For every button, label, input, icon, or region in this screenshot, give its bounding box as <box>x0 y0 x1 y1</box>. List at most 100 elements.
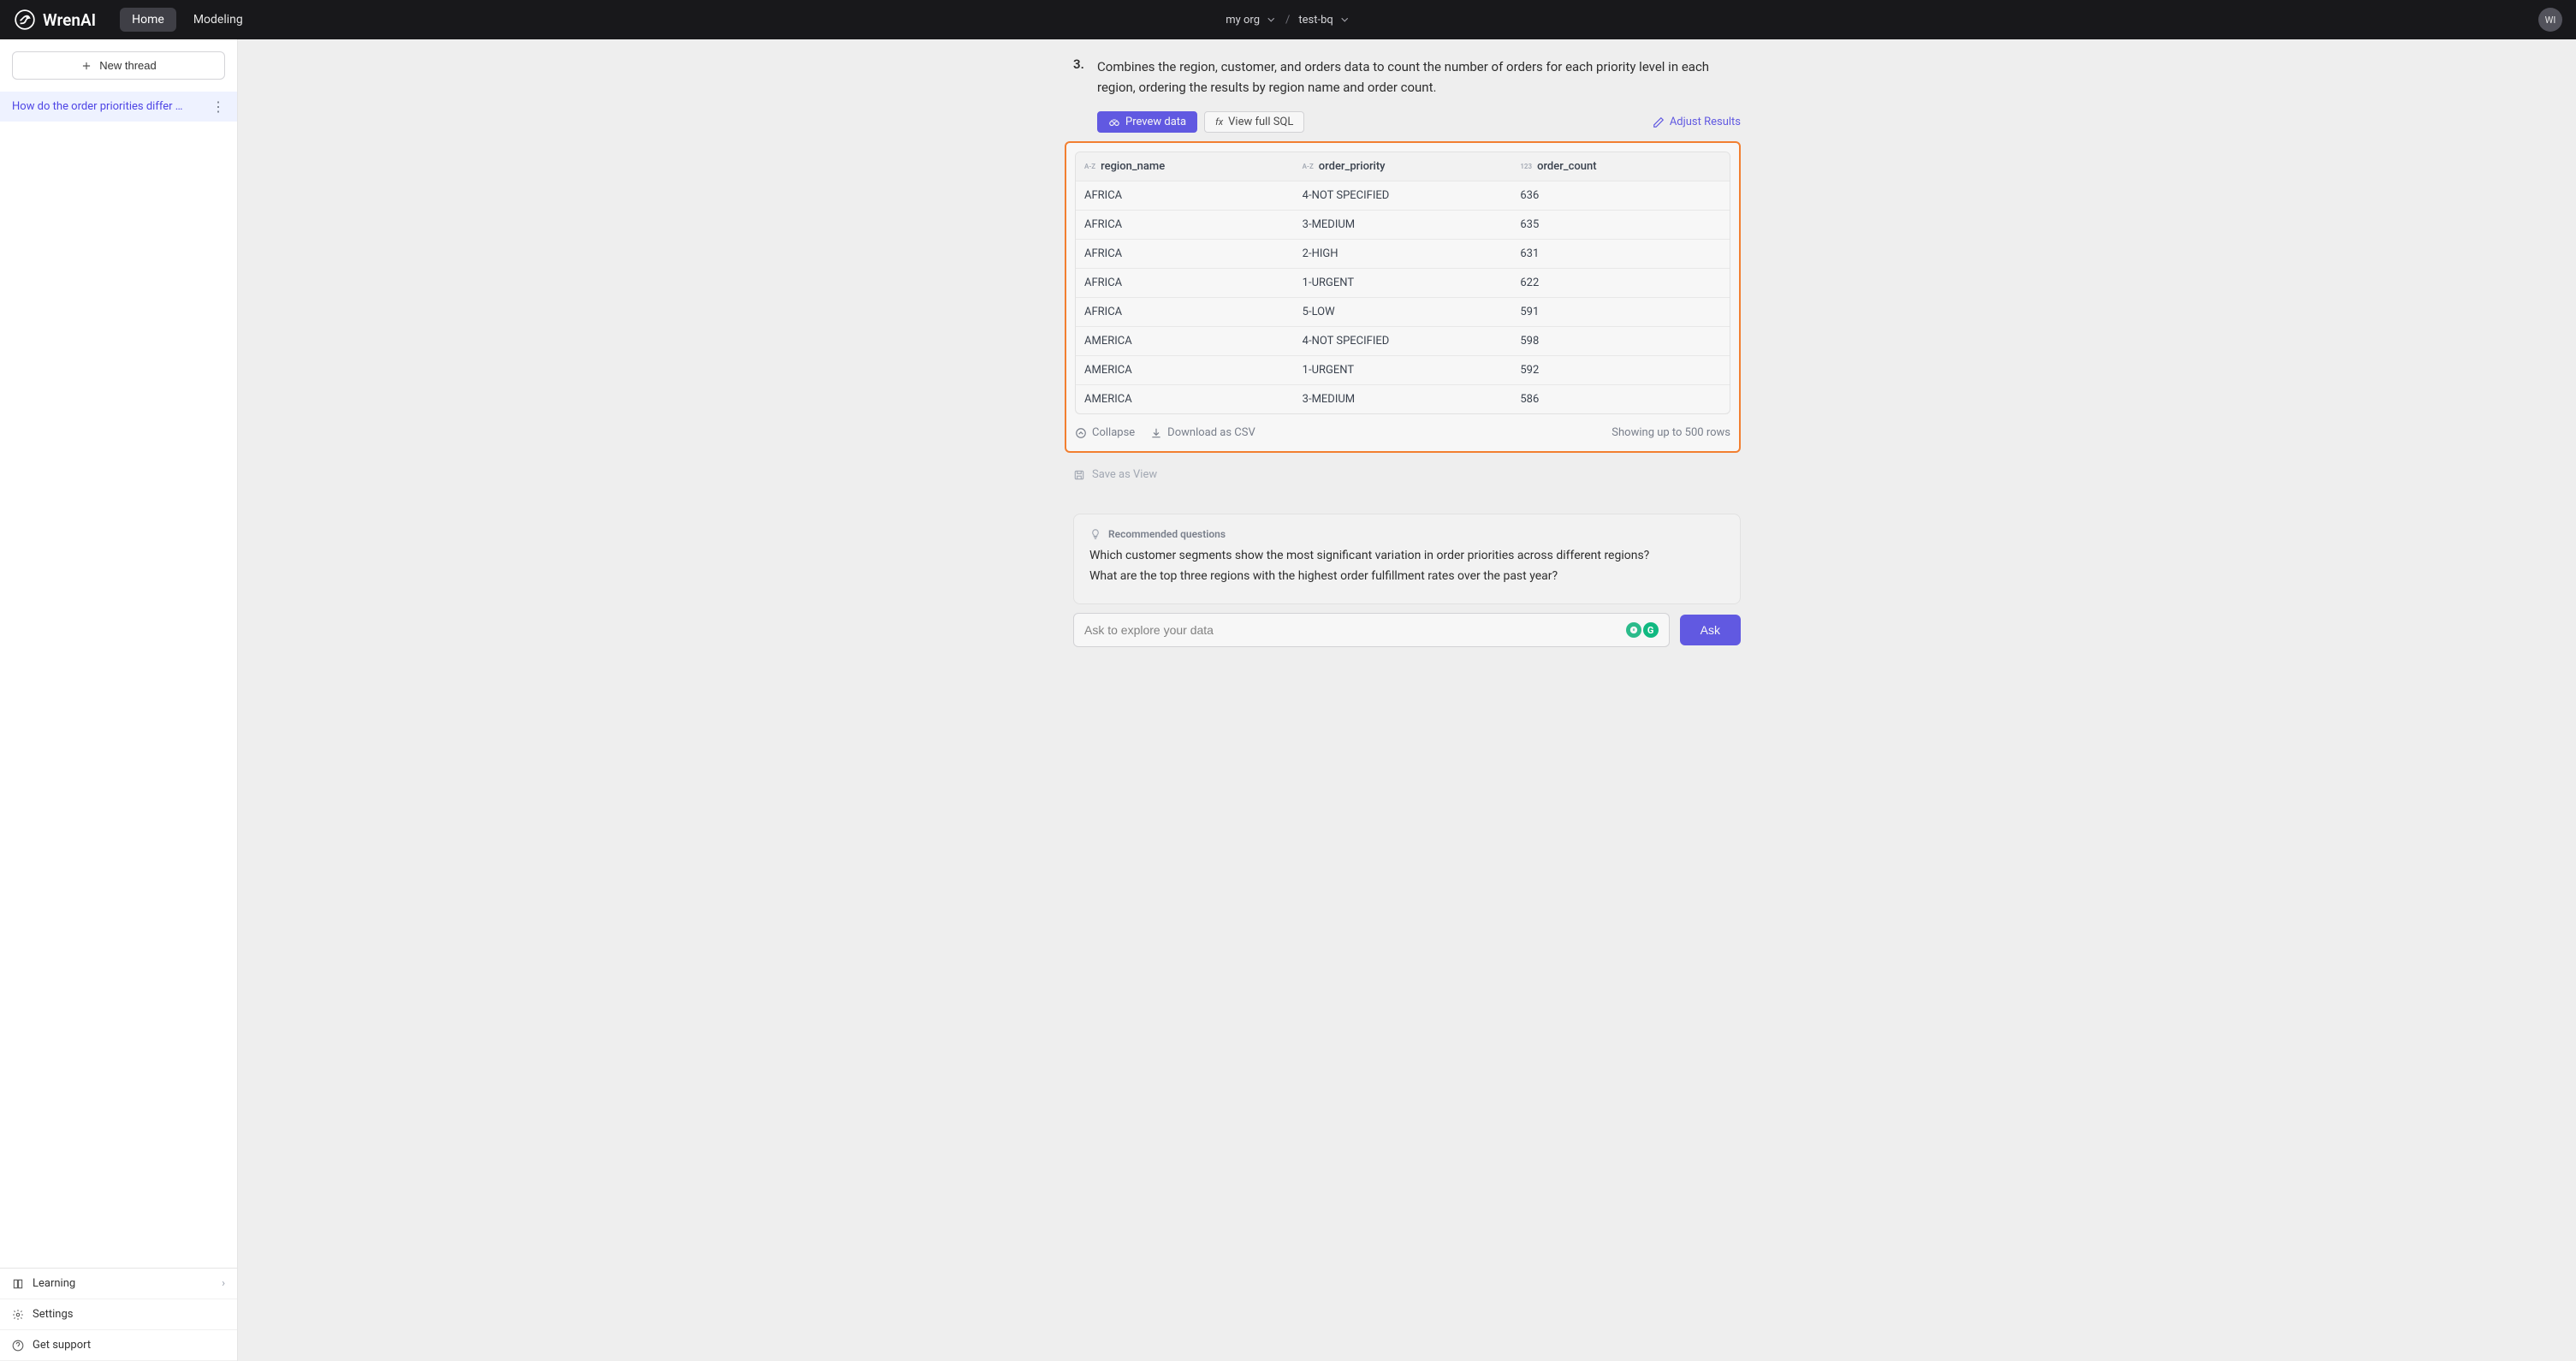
result-toolbar: Prevew data fx View full SQL Adjust Resu… <box>1097 111 1741 133</box>
ask-input-wrapper[interactable]: G <box>1073 613 1670 647</box>
table-cell: AFRICA <box>1076 298 1294 326</box>
table-row: AFRICA5-LOW591 <box>1076 298 1730 327</box>
nav-links: Home Modeling <box>120 8 255 32</box>
thread-item[interactable]: How do the order priorities differ … ⋮ <box>0 92 237 122</box>
grammarly-icon <box>1626 622 1641 638</box>
table-cell: 3-MEDIUM <box>1294 385 1512 413</box>
table-cell: 598 <box>1511 327 1730 355</box>
sidebar-support[interactable]: Get support <box>0 1330 237 1361</box>
table-cell: 2-HIGH <box>1294 240 1512 268</box>
column-name: order_priority <box>1319 160 1386 173</box>
column-header[interactable]: A-Zorder_priority <box>1294 152 1512 181</box>
breadcrumb-project[interactable]: test-bq <box>1298 14 1350 27</box>
breadcrumb-org[interactable]: my org <box>1226 14 1277 27</box>
row-count-info: Showing up to 500 rows <box>1611 426 1730 439</box>
table-row: AMERICA3-MEDIUM586 <box>1076 385 1730 413</box>
thread-list: How do the order priorities differ … ⋮ <box>0 92 237 1268</box>
recommended-question[interactable]: Which customer segments show the most si… <box>1089 549 1724 562</box>
pencil-icon <box>1653 116 1665 128</box>
collapse-icon <box>1075 427 1087 439</box>
preview-data-label: Prevew data <box>1125 116 1186 128</box>
column-name: region_name <box>1101 160 1165 173</box>
sidebar-learning-label: Learning <box>33 1277 75 1290</box>
table-cell: AFRICA <box>1076 269 1294 297</box>
sidebar-settings-label: Settings <box>33 1308 73 1321</box>
table-footer: Collapse Download as CSV Showing up to 5… <box>1075 426 1730 439</box>
lightbulb-icon <box>1089 528 1101 540</box>
breadcrumb-org-label: my org <box>1226 14 1260 27</box>
table-cell: 4-NOT SPECIFIED <box>1294 181 1512 210</box>
breadcrumb-project-label: test-bq <box>1298 14 1333 27</box>
sidebar-learning[interactable]: Learning › <box>0 1269 237 1299</box>
table-cell: AFRICA <box>1076 211 1294 239</box>
table-cell: 622 <box>1511 269 1730 297</box>
gear-icon <box>12 1309 24 1321</box>
data-preview-card: A-Z region_name A-Zorder_priority123order_… <box>1065 141 1741 453</box>
download-csv-button[interactable]: Download as CSV <box>1150 426 1255 439</box>
table-body[interactable]: AFRICA4-NOT SPECIFIED636AFRICA3-MEDIUM63… <box>1076 181 1730 413</box>
new-thread-button[interactable]: New thread <box>12 51 225 80</box>
collapse-button[interactable]: Collapse <box>1075 426 1135 439</box>
adjust-results-button[interactable]: Adjust Results <box>1653 116 1741 128</box>
table-cell: 3-MEDIUM <box>1294 211 1512 239</box>
save-as-view-button[interactable]: Save as View <box>1073 468 1741 481</box>
download-label: Download as CSV <box>1167 426 1255 439</box>
view-sql-button[interactable]: fx View full SQL <box>1204 111 1304 133</box>
ask-input[interactable] <box>1084 623 1626 637</box>
table-cell: 591 <box>1511 298 1730 326</box>
adjust-results-label: Adjust Results <box>1670 116 1741 128</box>
sidebar: New thread How do the order priorities d… <box>0 39 238 1361</box>
table-row: AFRICA3-MEDIUM635 <box>1076 211 1730 240</box>
table-cell: 5-LOW <box>1294 298 1512 326</box>
more-icon[interactable]: ⋮ <box>211 98 225 115</box>
breadcrumb-sep: / <box>1285 14 1290 27</box>
fx-icon: fx <box>1215 116 1223 128</box>
column-header[interactable]: A-Z region_name <box>1076 152 1294 181</box>
brand-text: WrenAI <box>43 10 96 30</box>
main: 3. Combines the region, customer, and or… <box>238 39 2576 1361</box>
table-cell: AMERICA <box>1076 356 1294 384</box>
help-icon <box>12 1340 24 1352</box>
data-table: A-Z region_name A-Zorder_priority123order_… <box>1075 152 1730 414</box>
column-type-icon: A-Z <box>1084 163 1095 170</box>
table-cell: 636 <box>1511 181 1730 210</box>
avatar[interactable]: WI <box>2538 8 2562 32</box>
table-cell: AFRICA <box>1076 181 1294 210</box>
table-row: AFRICA4-NOT SPECIFIED636 <box>1076 181 1730 211</box>
view-sql-label: View full SQL <box>1228 116 1293 128</box>
breadcrumbs: my org / test-bq <box>1226 14 1350 27</box>
table-cell: 586 <box>1511 385 1730 413</box>
recommended-question[interactable]: What are the top three regions with the … <box>1089 569 1724 583</box>
recommended-title-label: Recommended questions <box>1108 528 1226 540</box>
table-row: AFRICA2-HIGH631 <box>1076 240 1730 269</box>
table-row: AMERICA4-NOT SPECIFIED598 <box>1076 327 1730 356</box>
sidebar-settings[interactable]: Settings <box>0 1299 237 1330</box>
wren-icon <box>14 9 36 31</box>
grammarly-icon: G <box>1643 622 1659 638</box>
table-cell: 592 <box>1511 356 1730 384</box>
plus-icon <box>80 60 92 72</box>
book-icon <box>12 1278 24 1290</box>
chevron-down-icon <box>1338 14 1350 26</box>
ask-bar: G Ask <box>1073 613 1741 647</box>
table-cell: AMERICA <box>1076 327 1294 355</box>
table-row: AFRICA1-URGENT622 <box>1076 269 1730 298</box>
save-icon <box>1073 469 1085 481</box>
nav-modeling[interactable]: Modeling <box>181 8 255 32</box>
recommended-title: Recommended questions <box>1089 528 1724 540</box>
ask-button[interactable]: Ask <box>1680 615 1741 645</box>
table-cell: 1-URGENT <box>1294 356 1512 384</box>
grammarly-widget[interactable]: G <box>1626 622 1659 638</box>
table-cell: 635 <box>1511 211 1730 239</box>
nav-home[interactable]: Home <box>120 8 176 32</box>
new-thread-label: New thread <box>99 59 156 72</box>
thread-title: How do the order priorities differ … <box>12 100 182 113</box>
column-name: order_count <box>1537 160 1597 173</box>
column-header[interactable]: 123order_count <box>1511 152 1730 181</box>
table-header: A-Z region_name A-Zorder_priority123order_… <box>1076 152 1730 181</box>
top-nav: WrenAI Home Modeling my org / test-bq WI <box>0 0 2576 39</box>
brand[interactable]: WrenAI <box>14 9 96 31</box>
preview-data-button[interactable]: Prevew data <box>1097 111 1197 133</box>
collapse-label: Collapse <box>1092 426 1135 439</box>
step-number: 3. <box>1073 56 1089 98</box>
